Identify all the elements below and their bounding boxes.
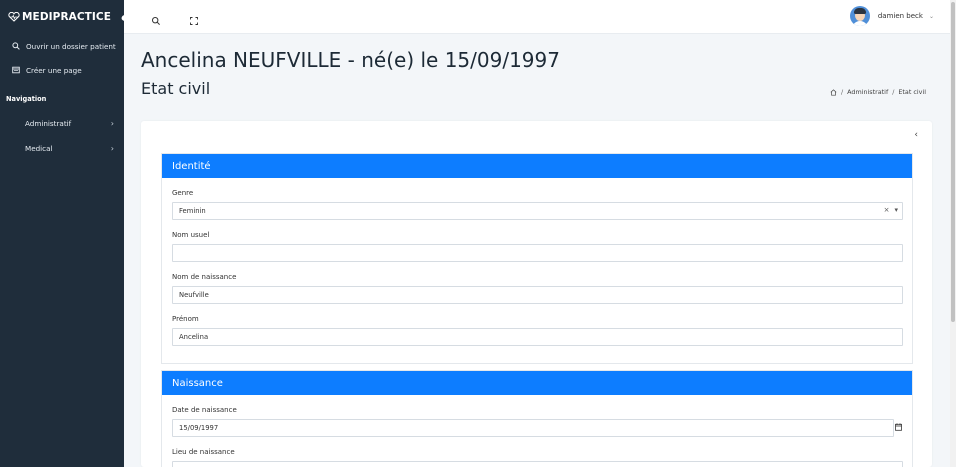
brand[interactable]: MEDIPRACTICE <box>0 0 132 34</box>
caret-down-icon[interactable]: ▾ <box>894 206 898 214</box>
topbar: damien beck ⌄ <box>124 0 950 34</box>
collapse-chevron-icon[interactable]: ‹ <box>914 130 918 140</box>
breadcrumb-item-current: Etat civil <box>898 88 926 96</box>
date-naissance-value: 15/09/1997 <box>179 424 219 432</box>
heart-logo-icon <box>8 11 20 22</box>
nom-usuel-label: Nom usuel <box>172 231 210 239</box>
page-scrollbar[interactable] <box>950 0 956 467</box>
page-icon <box>12 66 20 74</box>
panel-title: Identité <box>162 154 912 178</box>
sidebar-link-open-patient[interactable]: Ouvrir un dossier patient <box>0 34 124 58</box>
nav-section-title: Navigation <box>6 95 47 103</box>
home-icon[interactable] <box>830 88 837 96</box>
clear-icon[interactable]: × <box>884 206 890 214</box>
sidebar-link-label: Ouvrir un dossier patient <box>26 41 116 51</box>
date-naissance-field[interactable]: 15/09/1997 <box>172 419 902 437</box>
genre-label: Genre <box>172 189 194 197</box>
search-icon <box>12 42 20 50</box>
fullscreen-icon[interactable] <box>189 11 199 25</box>
form-card: ‹ Identité Genre Feminin × ▾ Nom usuel N… <box>141 121 932 467</box>
nom-naissance-field[interactable]: Neufville <box>172 286 903 304</box>
page-subtitle: Etat civil <box>141 79 211 98</box>
genre-value: Feminin <box>179 207 206 215</box>
chevron-down-icon: ⌄ <box>928 12 934 20</box>
sidebar-item-administratif[interactable]: Administratif › <box>0 111 124 136</box>
genre-select[interactable]: Feminin × ▾ <box>172 202 903 220</box>
calendar-icon[interactable] <box>895 423 902 431</box>
avatar <box>849 6 870 26</box>
lieu-naissance-label: Lieu de naissance <box>172 448 235 456</box>
panel-title: Naissance <box>162 371 912 395</box>
breadcrumb-item[interactable]: Administratif <box>847 88 888 96</box>
chevron-right-icon: › <box>110 119 114 128</box>
nom-usuel-field[interactable] <box>172 244 903 262</box>
chevron-right-icon: › <box>110 144 114 153</box>
naissance-panel: Naissance Date de naissance 15/09/1997 L… <box>161 370 913 467</box>
page-title: Ancelina NEUFVILLE - né(e) le 15/09/1997 <box>141 48 560 72</box>
scrollbar-thumb[interactable] <box>951 2 955 322</box>
user-name: damien beck <box>877 12 923 20</box>
date-naissance-label: Date de naissance <box>172 406 237 414</box>
breadcrumb: / Administratif / Etat civil <box>830 88 926 96</box>
sidebar-link-label: Créer une page <box>26 65 82 75</box>
user-menu[interactable]: damien beck ⌄ <box>849 6 934 26</box>
identite-panel: Identité Genre Feminin × ▾ Nom usuel Nom… <box>161 153 913 364</box>
search-icon[interactable] <box>151 11 161 25</box>
brand-name: MEDIPRACTICE <box>22 11 112 23</box>
sidebar-item-label: Medical <box>25 144 53 153</box>
sidebar: MEDIPRACTICE Ouvrir un dossier patient C… <box>0 0 132 467</box>
nom-naissance-label: Nom de naissance <box>172 273 237 281</box>
sidebar-item-label: Administratif <box>25 119 72 128</box>
sidebar-item-medical[interactable]: Medical › <box>0 136 124 161</box>
prenom-field[interactable]: Ancelina <box>172 328 903 346</box>
sidebar-link-create-page[interactable]: Créer une page <box>0 58 124 82</box>
prenom-label: Prénom <box>172 315 199 323</box>
lieu-naissance-field[interactable] <box>172 461 903 467</box>
